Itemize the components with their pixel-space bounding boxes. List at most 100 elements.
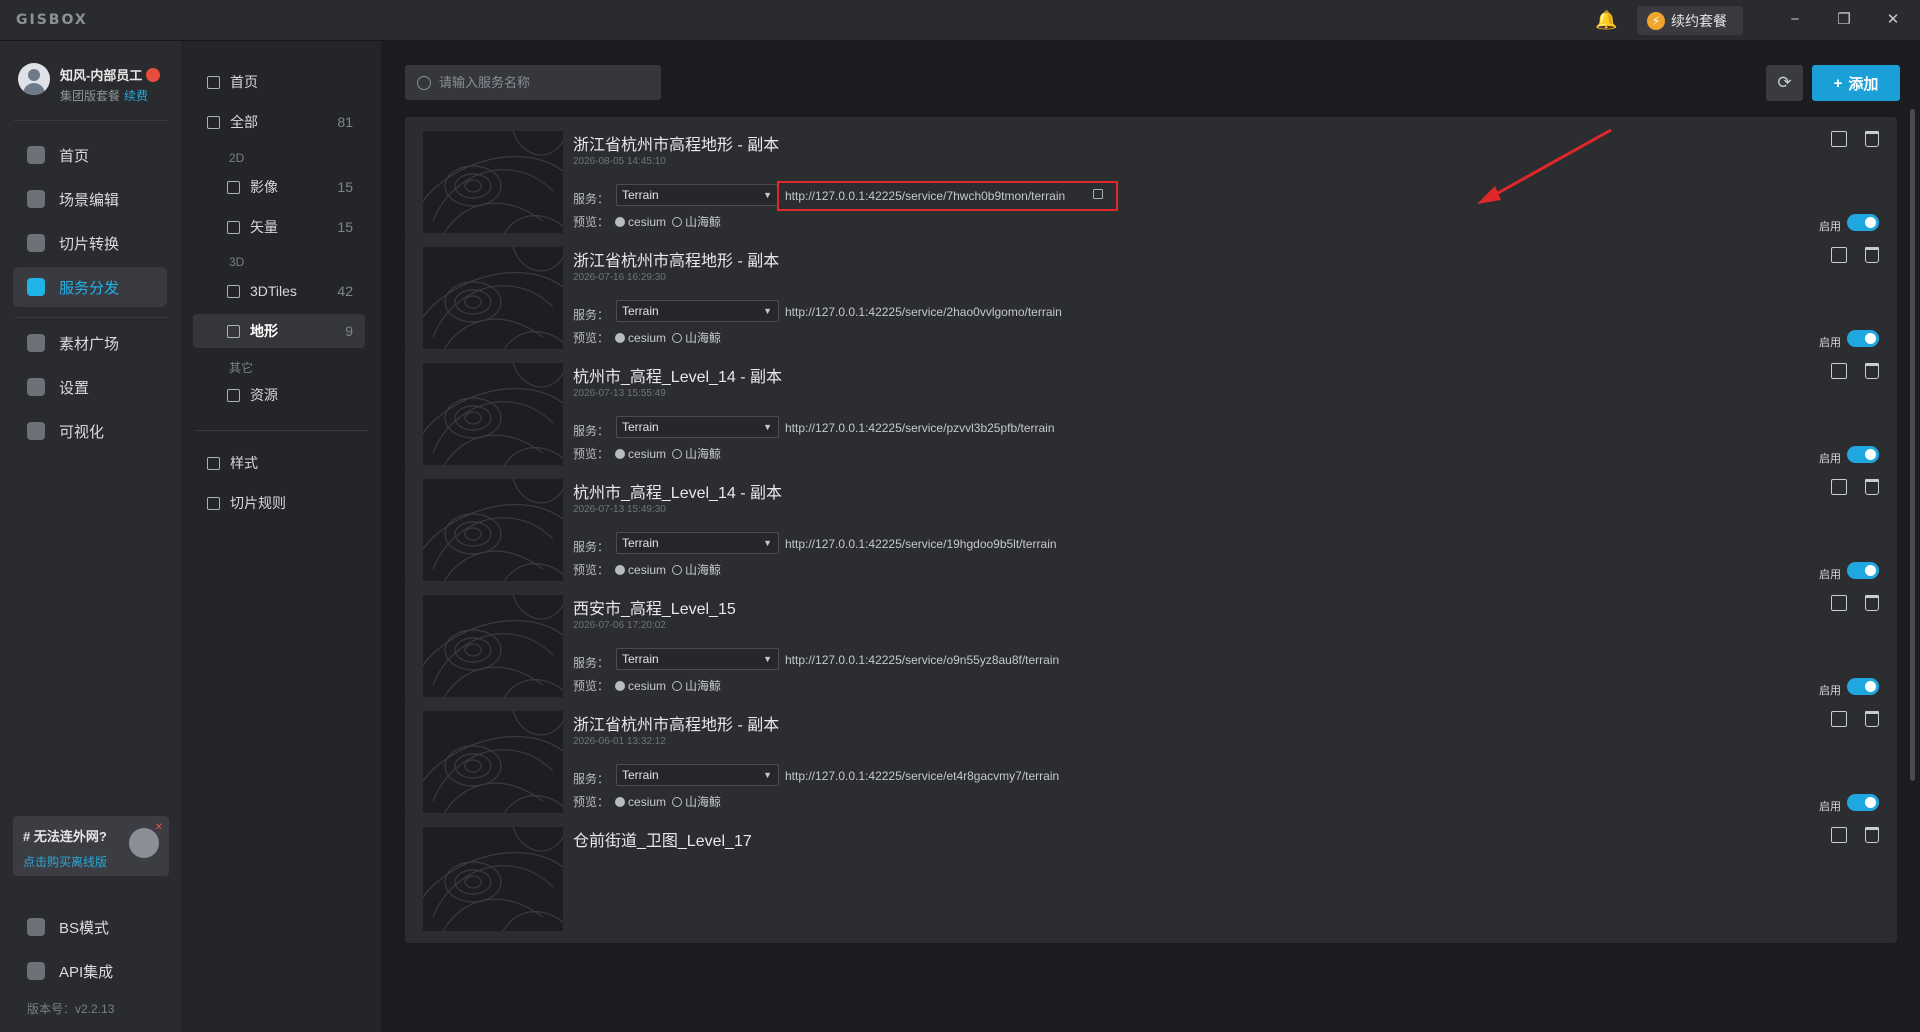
nav-label: 素材广场 — [59, 335, 120, 353]
cesium-icon — [615, 332, 626, 343]
thumbnail — [423, 827, 563, 931]
enable-toggle[interactable] — [1847, 562, 1879, 579]
nav-item-tile-convert[interactable]: 切片转换 — [13, 223, 167, 263]
restore-button[interactable]: ❐ — [1829, 8, 1859, 32]
renew-plan-button[interactable]: ⚡ 续约套餐 — [1637, 6, 1743, 35]
nav-item-bs-mode[interactable]: BS模式 — [13, 907, 167, 947]
cat-home[interactable]: 首页 — [193, 65, 365, 99]
service-card[interactable]: 浙江省杭州市高程地形 - 副本 2026-06-01 13:32:12 服务： Ter… — [405, 697, 1897, 827]
service-label: 服务： — [573, 192, 610, 206]
user-profile[interactable]: 知风-内部员工 集团版套餐 续费 — [18, 63, 161, 104]
shanhaijing-icon — [672, 680, 683, 691]
delete-icon[interactable] — [1865, 479, 1879, 495]
nav-item-visualization[interactable]: 可视化 — [13, 411, 167, 451]
preview-cesium[interactable]: cesium — [615, 679, 666, 693]
enable-label: 启用 — [1819, 569, 1841, 581]
service-type-select[interactable]: Terrain ▼ — [616, 532, 779, 554]
service-url[interactable]: http://127.0.0.1:42225/service/2hao0vvlg… — [785, 305, 1062, 319]
cat-imagery[interactable]: 影像 15 — [193, 170, 365, 204]
bell-icon[interactable]: 🔔 — [1595, 9, 1617, 31]
edit-icon[interactable] — [1831, 479, 1847, 495]
edit-icon[interactable] — [1831, 131, 1847, 147]
thumbnail — [423, 247, 563, 351]
close-icon[interactable]: ✕ — [155, 822, 163, 833]
service-type-select[interactable]: Terrain ▼ — [616, 648, 779, 670]
cat-vector[interactable]: 矢量 15 — [193, 210, 365, 244]
enable-toggle[interactable] — [1847, 794, 1879, 811]
cat-resource[interactable]: 资源 — [193, 378, 365, 412]
nav-label: API集成 — [59, 963, 114, 981]
copy-icon[interactable] — [1093, 189, 1103, 199]
nav-item-service-distribution[interactable]: 服务分发 — [13, 267, 167, 307]
service-type-select[interactable]: Terrain ▼ — [616, 184, 779, 206]
preview-shanhaijing[interactable]: 山海鲸 — [672, 561, 721, 578]
preview-shanhaijing[interactable]: 山海鲸 — [672, 213, 721, 230]
service-card[interactable]: 杭州市_高程_Level_14 - 副本 2026-07-13 15:49:30 服… — [405, 465, 1897, 595]
preview-cesium-label: cesium — [628, 562, 667, 577]
add-button[interactable]: + 添加 — [1812, 65, 1900, 101]
enable-toggle[interactable] — [1847, 330, 1879, 347]
edit-icon[interactable] — [1831, 827, 1847, 843]
service-type-value: Terrain — [622, 188, 659, 202]
service-type-select[interactable]: Terrain ▼ — [616, 300, 779, 322]
preview-shanhaijing[interactable]: 山海鲸 — [672, 793, 721, 810]
renew-link[interactable]: 续费 — [124, 89, 148, 103]
cube-icon — [27, 190, 45, 208]
service-card[interactable]: 杭州市_高程_Level_14 - 副本 2026-07-13 15:55:49 服… — [405, 349, 1897, 479]
service-url[interactable]: http://127.0.0.1:42225/service/et4r8gacv… — [785, 769, 1059, 783]
delete-icon[interactable] — [1865, 363, 1879, 379]
service-card[interactable]: 浙江省杭州市高程地形 - 副本 2026-07-16 16:29:30 服务： Ter… — [405, 233, 1897, 363]
cat-all[interactable]: 全部 81 — [193, 105, 365, 139]
service-url[interactable]: http://127.0.0.1:42225/service/pzvvl3b25… — [785, 421, 1055, 435]
offline-promo[interactable]: # 无法连外网? 点击购买离线版 ✕ — [13, 816, 169, 876]
service-title: 西安市_高程_Level_15 — [573, 601, 736, 618]
service-card[interactable]: 浙江省杭州市高程地形 - 副本 2026-08-05 14:45:10 服务： Ter… — [405, 117, 1897, 247]
refresh-button[interactable]: ⟳ — [1766, 65, 1803, 101]
service-card[interactable]: 西安市_高程_Level_15 2026-07-06 17:20:02 服务： Ter… — [405, 581, 1897, 711]
enable-toggle[interactable] — [1847, 446, 1879, 463]
preview-cesium[interactable]: cesium — [615, 447, 666, 461]
cat-style[interactable]: 样式 — [193, 446, 365, 480]
nav-item-home[interactable]: 首页 — [13, 135, 167, 175]
preview-cesium[interactable]: cesium — [615, 563, 666, 577]
delete-icon[interactable] — [1865, 827, 1879, 843]
service-url[interactable]: http://127.0.0.1:42225/service/19hgdoo9b… — [785, 537, 1057, 551]
cat-terrain[interactable]: 地形 9 — [193, 314, 365, 348]
nav-item-settings[interactable]: 设置 — [13, 367, 167, 407]
preview-shanhaijing[interactable]: 山海鲸 — [672, 329, 721, 346]
shanhaijing-icon — [672, 564, 683, 575]
nav-item-material-plaza[interactable]: 素材广场 — [13, 323, 167, 363]
search-box[interactable] — [405, 65, 661, 100]
minimize-button[interactable]: − — [1780, 8, 1810, 32]
service-type-select[interactable]: Terrain ▼ — [616, 764, 779, 786]
visual-icon — [27, 422, 45, 440]
preview-shanhaijing[interactable]: 山海鲸 — [672, 445, 721, 462]
preview-cesium[interactable]: cesium — [615, 795, 666, 809]
scrollbar[interactable] — [1910, 109, 1915, 781]
delete-icon[interactable] — [1865, 247, 1879, 263]
delete-icon[interactable] — [1865, 711, 1879, 727]
enable-toggle[interactable] — [1847, 214, 1879, 231]
edit-icon[interactable] — [1831, 363, 1847, 379]
enable-toggle[interactable] — [1847, 678, 1879, 695]
edit-icon[interactable] — [1831, 595, 1847, 611]
service-type-select[interactable]: Terrain ▼ — [616, 416, 779, 438]
shanhaijing-icon — [672, 332, 683, 343]
preview-cesium[interactable]: cesium — [615, 331, 666, 345]
caret-down-icon: ▼ — [763, 654, 772, 664]
cat-tile-rule[interactable]: 切片规则 — [193, 486, 365, 520]
edit-icon[interactable] — [1831, 711, 1847, 727]
edit-icon[interactable] — [1831, 247, 1847, 263]
nav-item-scene-edit[interactable]: 场景编辑 — [13, 179, 167, 219]
service-card[interactable]: 仓前街道_卫图_Level_17 — [405, 813, 1897, 943]
preview-cesium[interactable]: cesium — [615, 215, 666, 229]
cat-3dtiles[interactable]: 3DTiles 42 — [193, 274, 365, 308]
delete-icon[interactable] — [1865, 131, 1879, 147]
nav-item-api[interactable]: API集成 — [13, 951, 167, 991]
delete-icon[interactable] — [1865, 595, 1879, 611]
close-window-button[interactable]: ✕ — [1878, 8, 1908, 32]
preview-shanhaijing[interactable]: 山海鲸 — [672, 677, 721, 694]
service-url[interactable]: http://127.0.0.1:42225/service/o9n55yz8a… — [785, 653, 1059, 667]
search-input[interactable] — [439, 75, 649, 90]
nav-label: 设置 — [59, 379, 90, 397]
